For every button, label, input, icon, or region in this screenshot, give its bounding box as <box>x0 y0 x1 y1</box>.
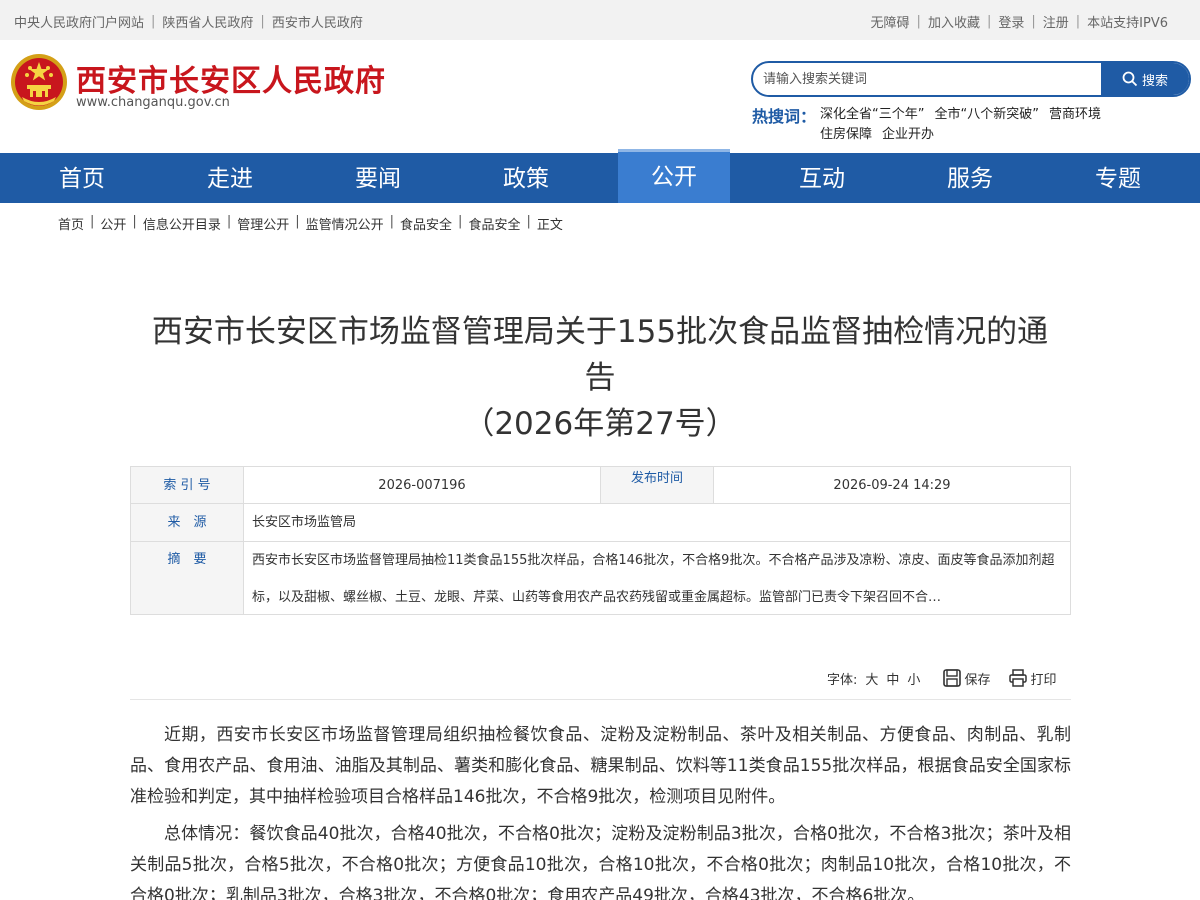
breadcrumb-item[interactable]: 监管情况公开 <box>306 214 384 233</box>
site-domain: www.changanqu.gov.cn <box>76 95 230 110</box>
save-icon <box>943 669 962 687</box>
search-button-label: 搜索 <box>1141 73 1168 89</box>
hot-word[interactable]: 全市“八个新突破” <box>934 107 1038 122</box>
separator: | <box>151 14 156 29</box>
summary-label: 摘 要 <box>131 542 244 614</box>
hot-word[interactable]: 企业开办 <box>882 127 934 142</box>
article-tools: 字体: 大 中 小 保存 打印 <box>827 668 1056 688</box>
date-label: 发布时间 <box>601 467 714 503</box>
breadcrumb-separator: | <box>132 214 137 229</box>
site-header: 西安市长安区人民政府 www.changanqu.gov.cn 搜索 热搜词： … <box>0 40 1200 153</box>
date-value: 2026-09-24 14:29 <box>833 478 951 493</box>
document-info-table: 索 引 号 2026-007196 发布时间 2026-09-24 14:29 … <box>130 466 1071 615</box>
separator: | <box>260 14 265 29</box>
breadcrumb-item[interactable]: 食品安全 <box>400 214 452 233</box>
nav-item-topics[interactable]: 专题 <box>1062 153 1174 203</box>
title-line: 告 <box>584 360 616 396</box>
save-label: 保存 <box>964 672 991 688</box>
info-row: 索 引 号 2026-007196 发布时间 2026-09-24 14:29 <box>131 467 1070 504</box>
main-nav: 首页 走进 要闻 政策 公开 互动 服务 专题 <box>0 149 1200 203</box>
divider <box>130 699 1071 700</box>
link-central-gov[interactable]: 中央人民政府门户网站 <box>14 12 144 31</box>
top-bar: 中央人民政府门户网站 | 陕西省人民政府 | 西安市人民政府 无障碍 | 加入收… <box>0 0 1200 40</box>
source-value: 长安区市场监管局 <box>252 515 357 530</box>
breadcrumb-item[interactable]: 食品安全 <box>468 214 520 233</box>
title-issue-number: （2026年第27号） <box>463 406 737 442</box>
separator: | <box>986 14 992 29</box>
search-box: 搜索 <box>751 61 1191 97</box>
link-add-favorite[interactable]: 加入收藏 <box>928 12 980 31</box>
nav-item-interaction[interactable]: 互动 <box>766 153 878 203</box>
hot-word[interactable]: 营商环境 <box>1049 107 1101 122</box>
hot-word[interactable]: 住房保障 <box>820 127 872 142</box>
search-input[interactable] <box>753 63 1101 95</box>
breadcrumb-item[interactable]: 公开 <box>100 214 126 233</box>
separator: | <box>1031 14 1036 29</box>
save-button[interactable]: 保存 <box>942 668 990 688</box>
national-emblem-icon <box>11 54 67 110</box>
nav-item-public[interactable]: 公开 <box>618 149 730 203</box>
link-shaanxi-gov[interactable]: 陕西省人民政府 <box>162 12 253 31</box>
nav-item-home[interactable]: 首页 <box>26 153 138 203</box>
breadcrumb-separator: | <box>526 214 531 229</box>
article-paragraph: 总体情况：餐饮食品40批次，合格40批次，不合格0批次；淀粉及淀粉制品3批次，合… <box>130 824 1071 900</box>
link-register[interactable]: 注册 <box>1043 12 1069 31</box>
font-size-label: 字体: <box>827 672 858 688</box>
hot-search-words: 深化全省“三个年” 全市“八个新突破” 营商环境 住房保障 企业开办 <box>820 105 1200 145</box>
link-xian-gov[interactable]: 西安市人民政府 <box>272 12 363 31</box>
nav-item-policy[interactable]: 政策 <box>470 153 582 203</box>
index-label: 索 引 号 <box>131 467 244 503</box>
info-row: 摘 要 西安市长安区市场监督管理局抽检11类食品155批次样品，合格146批次，… <box>131 542 1070 614</box>
search-button[interactable]: 搜索 <box>1101 63 1189 95</box>
separator: | <box>1075 14 1081 29</box>
font-size-medium[interactable]: 中 <box>886 669 899 688</box>
breadcrumb-separator: | <box>295 214 300 229</box>
title-line: 西安市长安区市场监督管理局关于155批次食品监督抽检情况的通 <box>151 314 1049 350</box>
breadcrumb-separator: | <box>389 214 395 229</box>
font-size-small[interactable]: 小 <box>907 669 920 688</box>
link-accessibility[interactable]: 无障碍 <box>871 12 910 31</box>
separator: | <box>916 14 921 29</box>
print-button[interactable]: 打印 <box>1008 668 1056 688</box>
index-value: 2026-007196 <box>244 467 601 503</box>
site-name[interactable]: 西安市长安区人民政府 <box>76 56 386 100</box>
breadcrumb-item[interactable]: 信息公开目录 <box>143 214 221 233</box>
hot-search-label: 热搜词： <box>752 107 817 126</box>
article-paragraph: 近期，西安市长安区市场监督管理局组织抽检餐饮食品、淀粉及淀粉制品、茶叶及相关制品… <box>130 725 1071 807</box>
breadcrumb-item-current: 正文 <box>536 218 563 233</box>
print-label: 打印 <box>1030 672 1057 688</box>
hot-word[interactable]: 深化全省“三个年” <box>820 107 924 122</box>
nav-item-services[interactable]: 服务 <box>914 153 1026 203</box>
info-row: 来 源 长安区市场监管局 <box>131 504 1070 542</box>
article-body: 近期，西安市长安区市场监督管理局组织抽检餐饮食品、淀粉及淀粉制品、茶叶及相关制品… <box>130 720 1071 900</box>
breadcrumb-separator: | <box>226 214 232 229</box>
top-links-right: 无障碍 | 加入收藏 | 登录 | 注册 | 本站支持IPV6 <box>871 12 1168 31</box>
source-label: 来 源 <box>131 504 244 541</box>
nav-item-news[interactable]: 要闻 <box>322 153 434 203</box>
printer-icon <box>1009 669 1028 687</box>
font-size-large[interactable]: 大 <box>865 669 878 688</box>
page-title: 西安市长安区市场监督管理局关于155批次食品监督抽检情况的通 告 （2026年第… <box>130 309 1070 447</box>
top-links-left: 中央人民政府门户网站 | 陕西省人民政府 | 西安市人民政府 <box>14 12 363 31</box>
search-icon <box>1122 71 1138 87</box>
breadcrumb-separator: | <box>458 214 463 229</box>
link-login[interactable]: 登录 <box>998 12 1024 31</box>
breadcrumb-separator: | <box>90 214 95 229</box>
breadcrumb-item[interactable]: 管理公开 <box>237 214 289 233</box>
link-ipv6[interactable]: 本站支持IPV6 <box>1087 12 1168 31</box>
breadcrumb: 首页 | 公开 | 信息公开目录 | 管理公开 | 监管情况公开 | 食品安全 | 食品安全… <box>58 214 563 233</box>
nav-item-about[interactable]: 走进 <box>174 153 286 203</box>
summary-value: 西安市长安区市场监督管理局抽检11类食品155批次样品，合格146批次，不合格9… <box>252 553 1055 605</box>
breadcrumb-item[interactable]: 首页 <box>58 214 84 233</box>
